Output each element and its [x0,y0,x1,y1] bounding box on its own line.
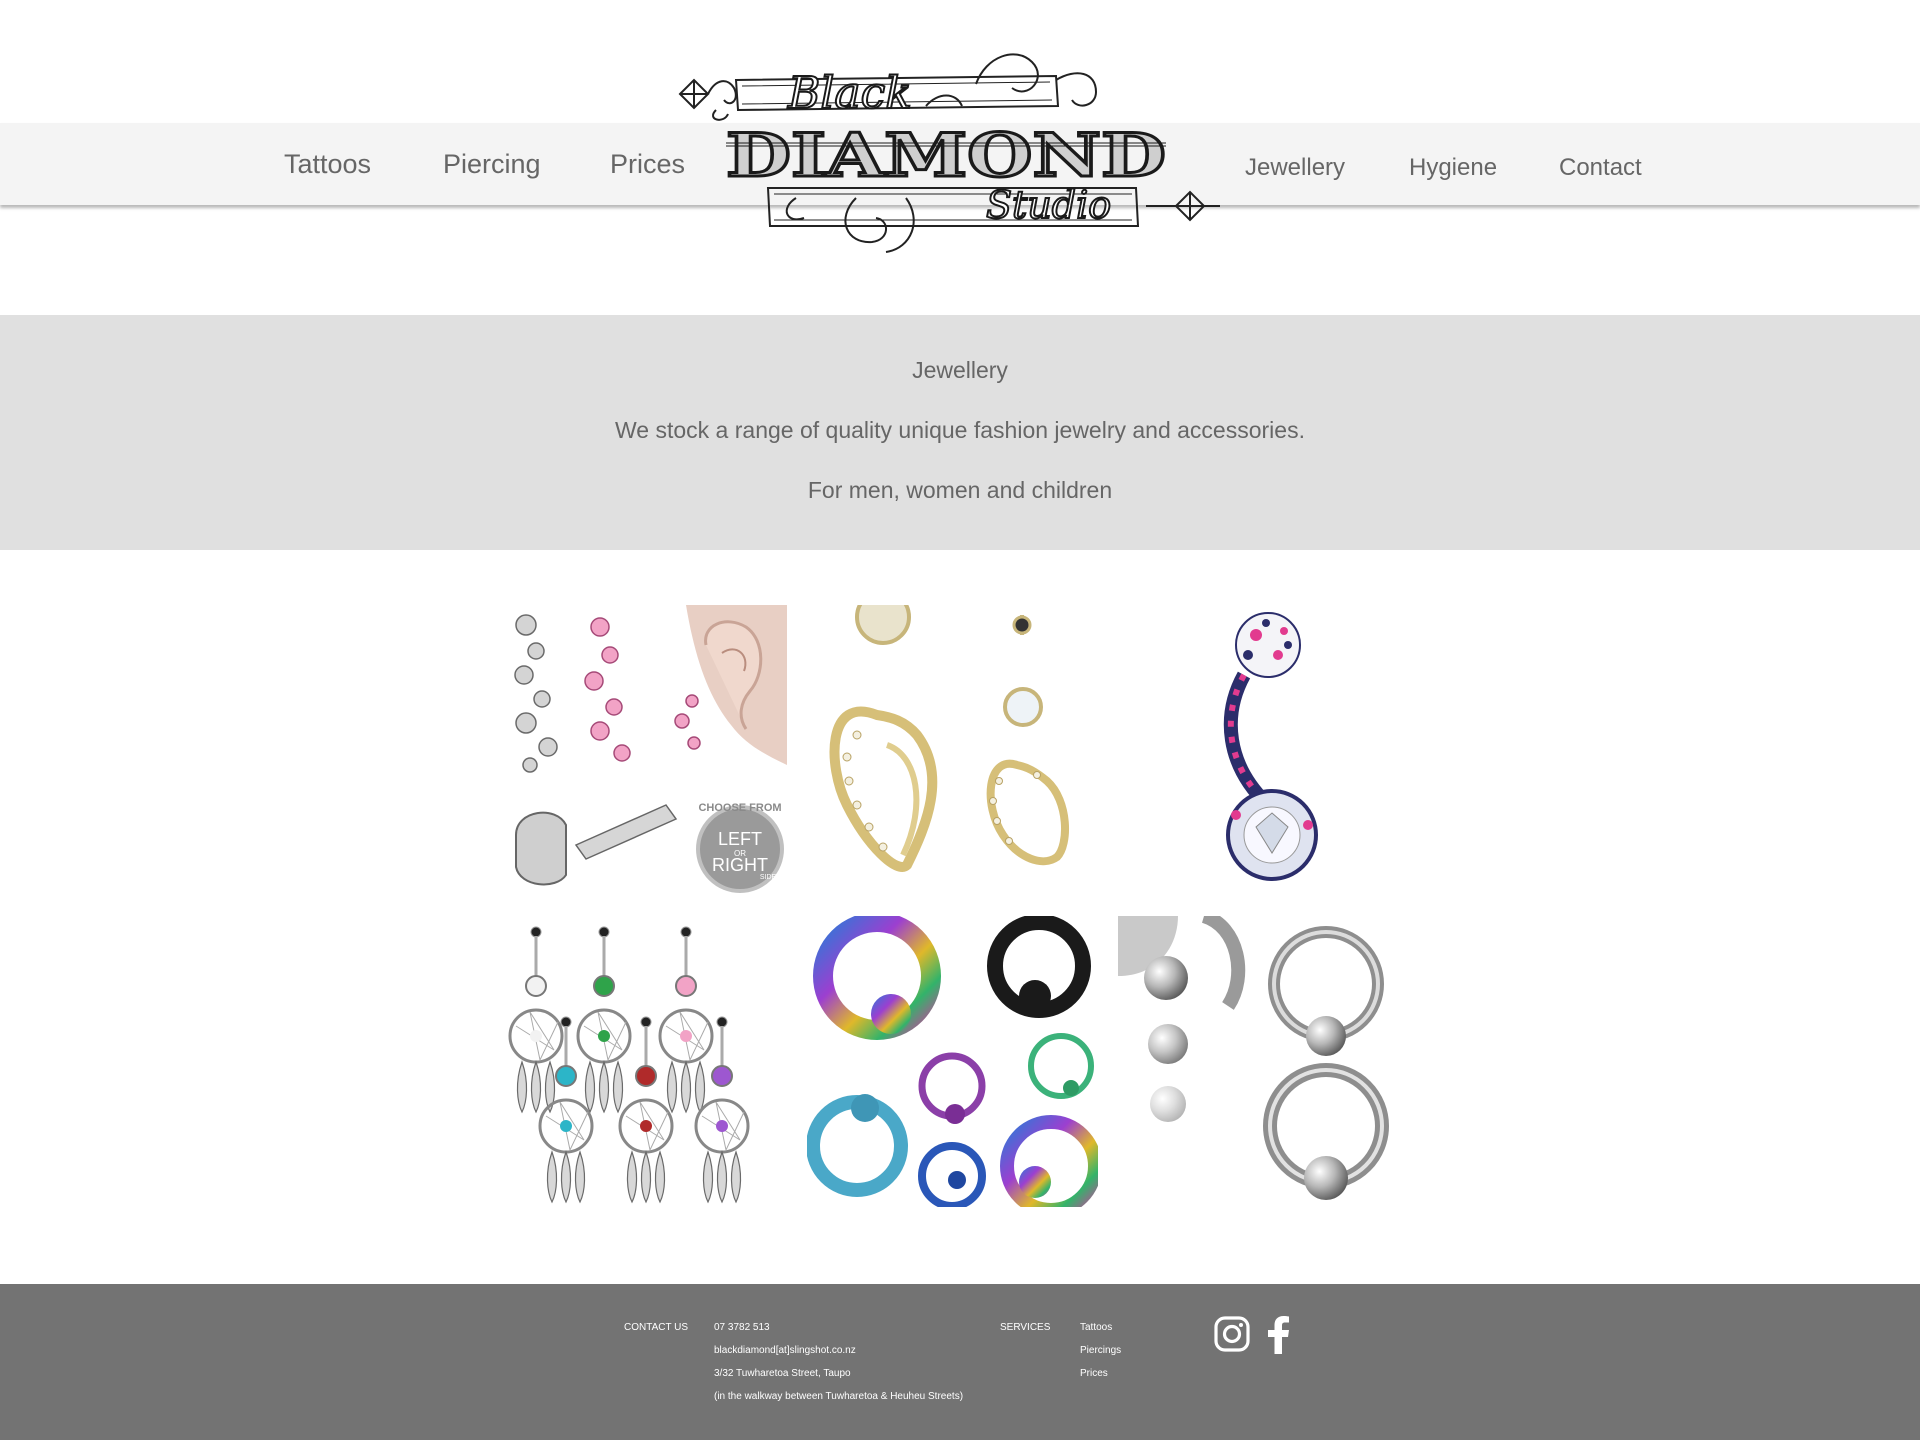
facebook-icon[interactable] [1266,1316,1290,1359]
logo-black-text: Black [787,68,912,119]
logo-studio-text: Studio [986,183,1111,227]
site-footer: CONTACT US 07 3782 513 blackdiamond[at]s… [0,1284,1920,1440]
banner-description: We stock a range of quality unique fashi… [615,417,1305,443]
footer-service-tattoos[interactable]: Tattoos [1080,1322,1112,1333]
gallery-image-steel-captive-rings[interactable] [1118,916,1409,1207]
footer-service-prices[interactable]: Prices [1080,1368,1108,1379]
gallery-image-anodized-rings[interactable] [807,916,1098,1207]
nav-link-jewellery[interactable]: Jewellery [1245,154,1345,182]
footer-services-heading: SERVICES [1000,1322,1051,1333]
gallery-image-ear-climbers[interactable]: CHOOSE FROM LEFT OR RIGHT SIDE [496,605,787,896]
banner-audience: For men, women and children [807,477,1113,503]
footer-contact-heading: CONTACT US [624,1322,689,1333]
nav-link-hygiene[interactable]: Hygiene [1409,154,1497,182]
footer-service-piercings[interactable]: Piercings [1080,1345,1121,1356]
footer-phone[interactable]: 07 3782 513 [714,1322,770,1333]
gallery-image-splatter-belly-bar[interactable] [1118,605,1409,896]
footer-email[interactable]: blackdiamond[at]slingshot.co.nz [714,1345,856,1356]
logo-diamond-text: DIAMOND [726,121,1166,191]
badge-right-text: RIGHT [712,855,768,875]
jewellery-banner: Jewellery We stock a range of quality un… [0,315,1920,550]
footer-walkway-note: (in the walkway between Tuwharetoa & Heu… [714,1391,964,1402]
gallery-image-heart-belly-rings[interactable] [807,605,1098,896]
black-diamond-logo[interactable]: Black DIAMOND Studio [676,48,1224,258]
nav-link-contact[interactable]: Contact [1559,154,1642,182]
badge-side-text: SIDE [760,874,777,881]
nav-link-tattoos[interactable]: Tattoos [284,149,371,180]
banner-title: Jewellery [912,357,1008,383]
gallery-image-dreamcatcher-belly-rings[interactable] [496,916,787,1207]
instagram-icon[interactable] [1214,1316,1250,1357]
footer-address: 3/32 Tuwharetoa Street, Taupo [714,1368,851,1379]
nav-link-piercing[interactable]: Piercing [443,149,541,180]
badge-left-text: LEFT [718,829,762,849]
badge-choose-text: CHOOSE FROM [698,802,781,814]
nav-link-prices[interactable]: Prices [610,149,685,180]
